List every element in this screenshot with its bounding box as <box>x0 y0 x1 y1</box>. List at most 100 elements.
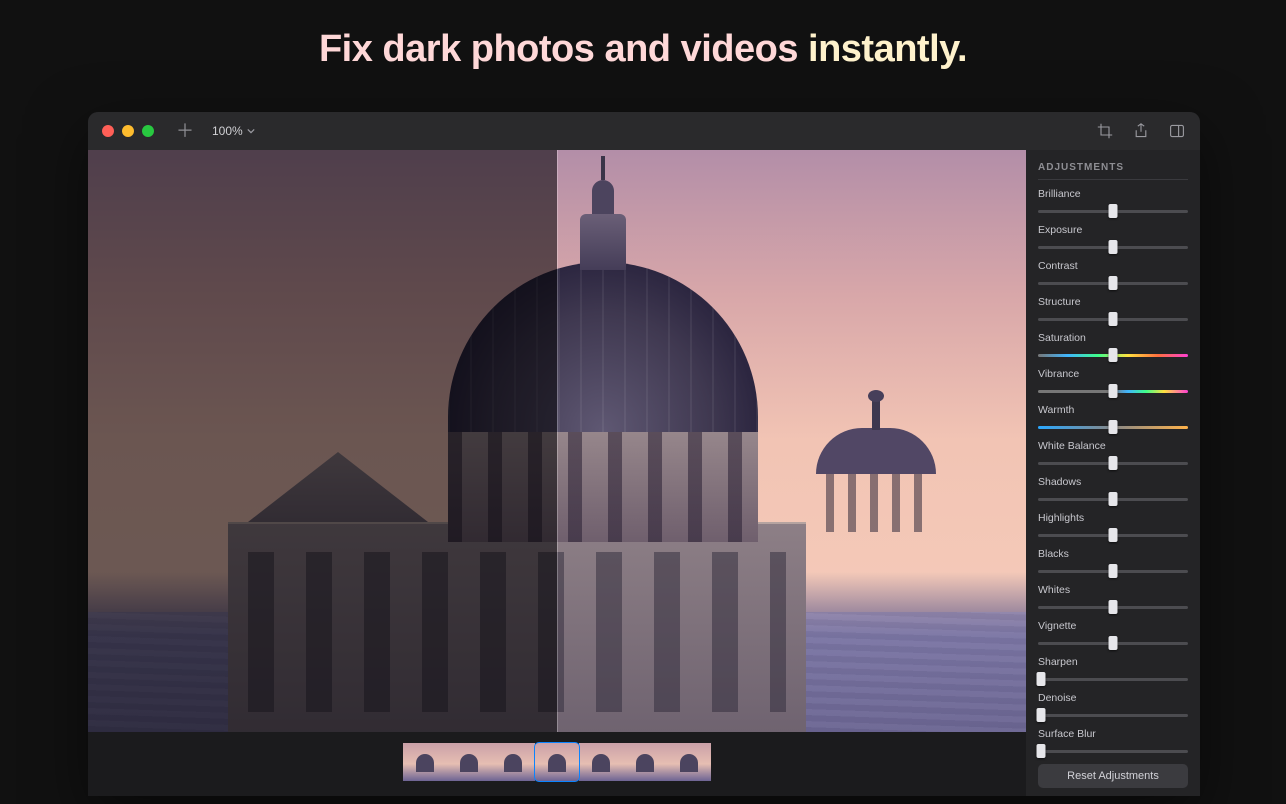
zoom-dropdown[interactable]: 100% <box>212 124 255 138</box>
slider-label: Surface Blur <box>1038 728 1188 740</box>
filmstrip-thumb[interactable] <box>535 743 579 781</box>
slider-knob[interactable] <box>1109 492 1118 506</box>
adjustment-surface-blur: Surface Blur <box>1038 728 1188 758</box>
white-balance-slider[interactable] <box>1038 456 1188 470</box>
photo-canvas[interactable] <box>88 150 1026 732</box>
window-titlebar: ＋ 100% <box>88 112 1200 150</box>
slider-track <box>1038 714 1188 717</box>
blacks-slider[interactable] <box>1038 564 1188 578</box>
slider-knob[interactable] <box>1109 600 1118 614</box>
adjustment-contrast: Contrast <box>1038 260 1188 290</box>
contrast-slider[interactable] <box>1038 276 1188 290</box>
saturation-slider[interactable] <box>1038 348 1188 362</box>
filmstrip <box>88 732 1026 796</box>
slider-knob[interactable] <box>1109 636 1118 650</box>
sharpen-slider[interactable] <box>1038 672 1188 686</box>
slider-knob[interactable] <box>1109 384 1118 398</box>
adjustment-sharpen: Sharpen <box>1038 656 1188 686</box>
slider-label: Shadows <box>1038 476 1188 488</box>
crop-tool-button[interactable] <box>1096 122 1114 140</box>
slider-label: Vibrance <box>1038 368 1188 380</box>
vignette-slider[interactable] <box>1038 636 1188 650</box>
slider-label: Brilliance <box>1038 188 1188 200</box>
panel-divider <box>1038 179 1188 180</box>
slider-label: Sharpen <box>1038 656 1188 668</box>
adjustment-warmth: Warmth <box>1038 404 1188 434</box>
filmstrip-thumb[interactable] <box>623 743 667 781</box>
slider-track <box>1038 642 1188 645</box>
exposure-slider[interactable] <box>1038 240 1188 254</box>
reset-adjustments-button[interactable]: Reset Adjustments <box>1038 764 1188 788</box>
filmstrip-thumb[interactable] <box>491 743 535 781</box>
slider-knob[interactable] <box>1109 456 1118 470</box>
filmstrip-thumb[interactable] <box>447 743 491 781</box>
filmstrip-thumb[interactable] <box>579 743 623 781</box>
slider-knob[interactable] <box>1037 708 1046 722</box>
slider-knob[interactable] <box>1109 240 1118 254</box>
slider-track <box>1038 606 1188 609</box>
add-button[interactable]: ＋ <box>176 122 194 140</box>
thumb-preview <box>535 743 579 781</box>
reset-label: Reset Adjustments <box>1067 770 1159 782</box>
slider-track <box>1038 570 1188 573</box>
slider-track <box>1038 282 1188 285</box>
vibrance-slider[interactable] <box>1038 384 1188 398</box>
compare-split-handle[interactable] <box>557 150 558 732</box>
slider-track <box>1038 318 1188 321</box>
warmth-slider[interactable] <box>1038 420 1188 434</box>
surface-blur-slider[interactable] <box>1038 744 1188 758</box>
window-fullscreen-button[interactable] <box>142 125 154 137</box>
adjustment-denoise: Denoise <box>1038 692 1188 722</box>
thumb-preview <box>447 743 491 781</box>
whites-slider[interactable] <box>1038 600 1188 614</box>
sidebar-toggle-button[interactable] <box>1168 122 1186 140</box>
slider-knob[interactable] <box>1109 204 1118 218</box>
share-icon <box>1133 123 1149 139</box>
adjustment-blacks: Blacks <box>1038 548 1188 578</box>
slider-track <box>1038 498 1188 501</box>
slider-knob[interactable] <box>1109 348 1118 362</box>
slider-track <box>1038 534 1188 537</box>
adjustments-panel: ADJUSTMENTS BrillianceExposureContrastSt… <box>1026 150 1200 796</box>
photo-editor-window: ＋ 100% <box>88 112 1200 796</box>
slider-knob[interactable] <box>1037 744 1046 758</box>
share-button[interactable] <box>1132 122 1150 140</box>
slider-knob[interactable] <box>1037 672 1046 686</box>
panel-title: ADJUSTMENTS <box>1038 162 1188 173</box>
thumb-preview <box>667 743 711 781</box>
slider-track <box>1038 750 1188 753</box>
window-controls <box>102 125 154 137</box>
filmstrip-thumb[interactable] <box>403 743 447 781</box>
adjustment-shadows: Shadows <box>1038 476 1188 506</box>
slider-label: Vignette <box>1038 620 1188 632</box>
window-close-button[interactable] <box>102 125 114 137</box>
filmstrip-thumb[interactable] <box>667 743 711 781</box>
hero-headline: Fix dark photos and videos instantly. <box>0 0 1286 89</box>
plus-icon: ＋ <box>176 121 194 141</box>
window-minimize-button[interactable] <box>122 125 134 137</box>
highlights-slider[interactable] <box>1038 528 1188 542</box>
adjustment-structure: Structure <box>1038 296 1188 326</box>
slider-knob[interactable] <box>1109 276 1118 290</box>
slider-knob[interactable] <box>1109 564 1118 578</box>
slider-label: Warmth <box>1038 404 1188 416</box>
hero-text-accent: instantly. <box>808 28 967 70</box>
sliders-list: BrillianceExposureContrastStructureSatur… <box>1038 188 1188 764</box>
slider-knob[interactable] <box>1109 528 1118 542</box>
canvas-area <box>88 150 1026 796</box>
slider-track <box>1038 426 1188 429</box>
brilliance-slider[interactable] <box>1038 204 1188 218</box>
thumb-preview <box>403 743 447 781</box>
slider-knob[interactable] <box>1109 420 1118 434</box>
denoise-slider[interactable] <box>1038 708 1188 722</box>
structure-slider[interactable] <box>1038 312 1188 326</box>
slider-track <box>1038 210 1188 213</box>
slider-knob[interactable] <box>1109 312 1118 326</box>
thumb-preview <box>491 743 535 781</box>
slider-track <box>1038 246 1188 249</box>
slider-label: Denoise <box>1038 692 1188 704</box>
slider-label: Contrast <box>1038 260 1188 272</box>
slider-track <box>1038 462 1188 465</box>
sidebar-toggle-icon <box>1169 123 1185 139</box>
shadows-slider[interactable] <box>1038 492 1188 506</box>
